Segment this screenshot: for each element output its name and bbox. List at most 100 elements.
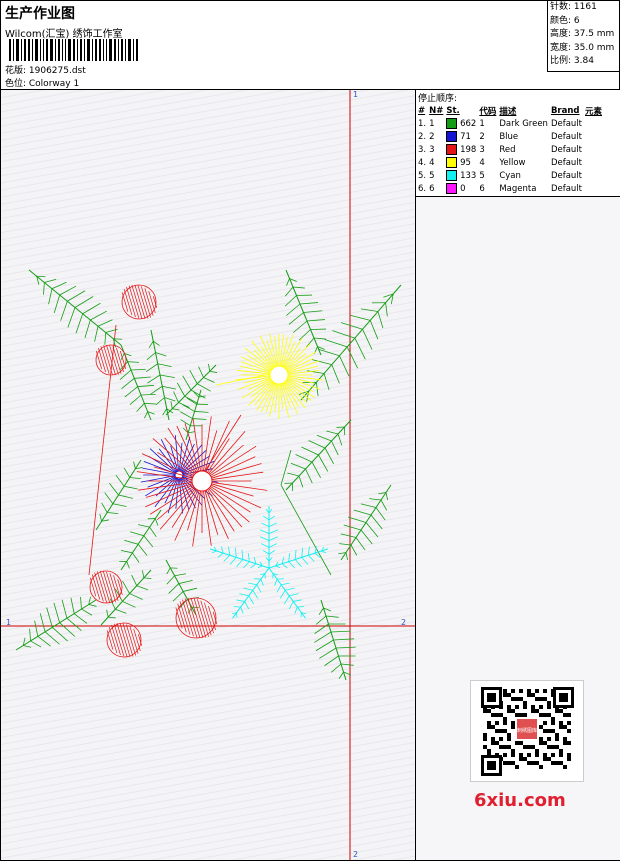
qr-module [543,689,547,693]
barcode-bar [50,39,53,61]
leaf-vein [51,281,67,290]
qr-module [535,709,539,713]
qr-module [539,737,543,741]
subtitle: Wilcom(汇宝) 绣饰工作室 [5,29,123,40]
leaf-vein [73,613,88,624]
qr-module [507,709,511,713]
cyan-star-arm-vein [262,550,270,555]
leaf-vein [301,446,319,456]
stitch-count-cell: 95 [457,158,471,168]
leaf-vein [290,462,306,470]
leaf-vein [149,526,157,538]
stitch-count-cell: 71 [457,132,471,142]
bud-fill [119,622,131,658]
leaf-vein [159,374,175,379]
leaf-rib [120,509,162,571]
stitch-count-cell: 662 [457,119,477,129]
row-index: 3. [418,144,427,155]
qr-module [511,753,515,757]
leaf-vein [115,474,125,487]
cyan-star-arm-vein [229,557,237,565]
barcode-bar [46,39,48,61]
col-stitches: St. [446,106,460,116]
qr-module [523,757,527,761]
leaf-vein [174,573,187,577]
leaf-vein [59,622,76,637]
leaf-vein [37,636,51,647]
axis-marker: 1 [6,618,11,627]
color-row: 3. 3 198 3 Red Default [418,143,605,156]
leaf-vein [339,543,352,546]
qr-module [567,713,571,717]
qr-module [527,753,531,757]
bud-fill [190,597,204,639]
row-brand: Default [550,144,583,155]
leaf-vein [377,311,384,329]
qr-module [487,709,491,713]
cyan-star-arm-vein [261,522,270,528]
qr-module [515,765,519,769]
leaf-vein [285,286,294,297]
leaf-vein [48,288,53,305]
cyan-star-arm-vein [236,559,244,568]
colorway-label: 色位: Colorway 1 [5,79,80,89]
qr-module [519,753,523,757]
leaf-vein [143,535,154,548]
qr-module [551,745,555,749]
row-brand: Default [550,157,583,168]
leaf-vein [308,440,326,449]
color-swatch [446,183,458,194]
cyan-star-arm-vein [240,606,244,614]
barcode-bar [121,39,123,61]
color-row: 2. 2 71 2 Blue Default [418,130,605,143]
leaf-vein [332,330,355,339]
leaf-vein [150,385,163,395]
jump-stitch [280,449,292,486]
leaf-vein [104,332,107,345]
row-element [585,182,605,195]
page-title: 生产作业图 [5,6,75,22]
qr-module [539,765,543,769]
barcode-bar [43,39,44,61]
cyan-star-arm-vein [259,536,270,541]
leaf-vein [124,539,139,545]
qr-module [547,745,551,749]
color-count: 颜色: 6 [550,15,580,26]
leaf-vein [184,395,199,405]
leaf-vein [345,552,349,561]
leaf-vein [137,384,155,388]
leaf-vein [375,507,386,521]
legend-heading: 停止顺序: [418,94,458,104]
leaf-vein [306,337,315,348]
bud-fill [187,597,201,639]
design-preview-canvas[interactable]: 1 1 2 2 [1,90,415,860]
leaf-vein [315,639,334,652]
leaf-vein [360,503,377,508]
qr-module [531,705,535,709]
qr-module [551,717,555,721]
leaf-vein [323,373,330,391]
qr-module [487,725,491,729]
yellow-flower-center [269,365,289,385]
cyan-star-arm-vein [308,554,315,562]
barcode-bar [84,39,85,61]
leaf-rib [15,599,97,651]
qr-module [507,733,511,737]
red-flower-ray [210,456,256,478]
qr-module [535,761,539,765]
leaf-vein [53,602,61,623]
qr-module [503,753,507,757]
qr-module [535,697,539,701]
leaf-vein [80,596,82,610]
leaf-vein [369,320,379,340]
leaf-vein [144,411,149,419]
bud-fill [193,598,207,638]
qr-module [507,745,511,749]
design-scale: 比例: 3.84 [550,56,594,66]
row-code: 3 [479,144,485,155]
leaf-vein [67,290,86,302]
cyan-star-arm-vein [288,601,294,610]
qr-module [499,729,503,733]
leaf-vein [180,411,193,419]
leaf-vein [182,404,195,412]
